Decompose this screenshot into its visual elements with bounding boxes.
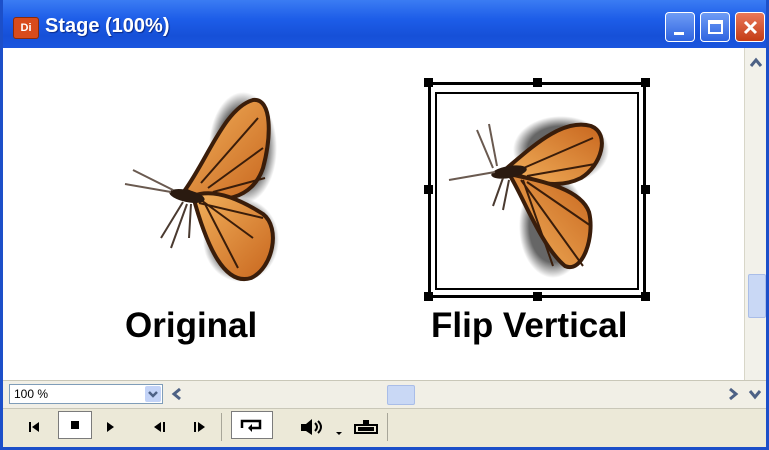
scroll-left-icon[interactable] [169,386,185,402]
zoom-select[interactable]: 100 % [9,384,163,404]
stop-icon [71,421,79,429]
volume-icon[interactable] [297,416,327,438]
scroll-zoom-bar: 100 % [3,380,766,409]
title-bar[interactable]: Di Stage (100%) [3,0,766,48]
butterfly-original-sprite[interactable] [113,88,293,308]
minimize-button[interactable] [665,12,695,42]
loop-button[interactable] [231,411,273,439]
stage-canvas[interactable]: Original Flip Vertical [3,48,744,380]
maximize-icon [708,20,723,34]
stage-window: Di Stage (100%) Original Flip Vertical 1… [0,0,769,450]
step-forward-icon[interactable] [189,416,211,438]
horizontal-scroll-thumb[interactable] [387,385,415,405]
loop-icon [240,419,262,432]
vertical-scrollbar[interactable] [744,48,766,380]
zoom-value: 100 % [14,387,49,401]
toolbar-separator [387,413,388,441]
stop-button[interactable] [58,411,92,439]
label-flip-vertical: Flip Vertical [431,306,628,345]
resize-handle-middle-left[interactable] [424,185,433,194]
step-back-icon[interactable] [149,416,171,438]
maximize-button[interactable] [700,12,730,42]
scroll-down-icon[interactable] [747,386,763,402]
rewind-icon[interactable] [23,416,45,438]
window-title: Stage (100%) [45,15,170,37]
resize-handle-middle-right[interactable] [641,185,650,194]
label-original: Original [125,306,258,345]
vertical-scroll-thumb[interactable] [748,274,766,318]
close-icon [743,20,758,35]
butterfly-flipped-sprite[interactable] [443,106,623,286]
resize-handle-top-middle[interactable] [533,78,542,87]
close-button[interactable] [735,12,765,42]
playback-controls [3,408,766,447]
volume-dropdown-icon[interactable] [333,416,345,438]
resize-handle-top-left[interactable] [424,78,433,87]
chevron-down-icon[interactable] [145,386,161,402]
director-app-icon: Di [13,17,39,39]
scroll-up-icon[interactable] [747,54,765,72]
resize-handle-top-right[interactable] [641,78,650,87]
minimize-icon [674,32,684,35]
resize-handle-bottom-middle[interactable] [533,292,542,301]
scroll-right-icon[interactable] [725,386,741,402]
selected-sprites-icon[interactable] [349,416,385,438]
resize-handle-bottom-left[interactable] [424,292,433,301]
play-icon[interactable] [99,416,121,438]
toolbar-separator [221,413,222,441]
resize-handle-bottom-right[interactable] [641,292,650,301]
